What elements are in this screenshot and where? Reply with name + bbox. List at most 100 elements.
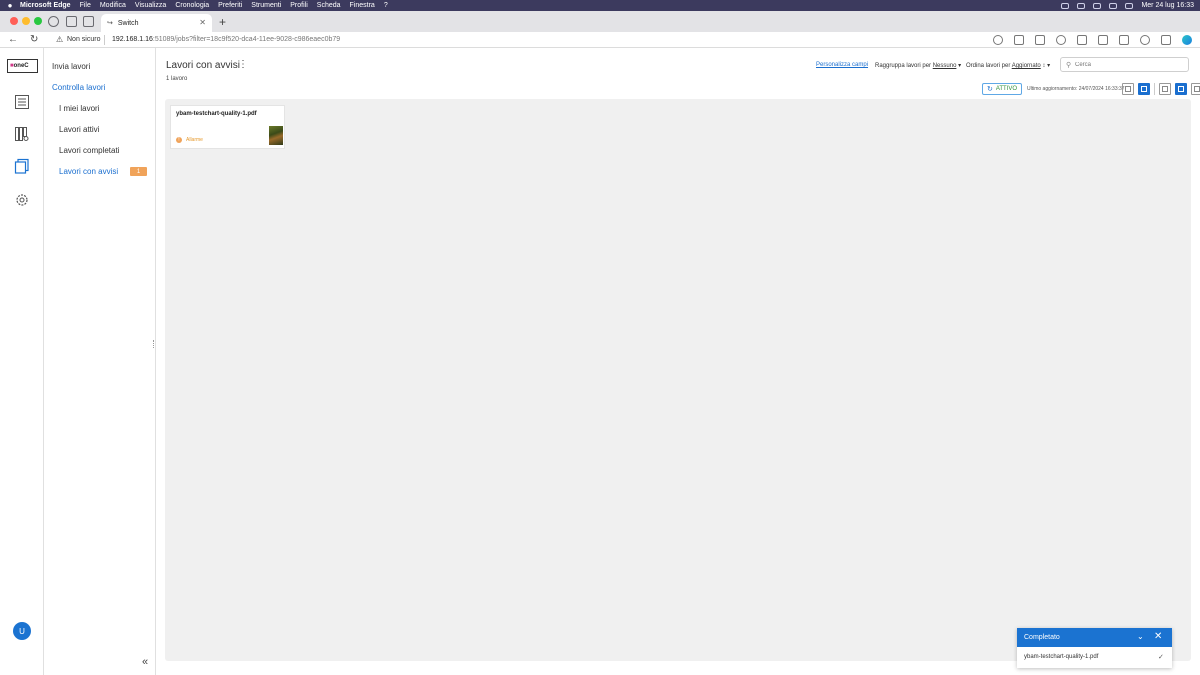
card-view-icon[interactable] [1138,83,1150,95]
close-tab-icon[interactable]: ✕ [199,18,206,27]
extensions-icon[interactable] [1056,35,1066,45]
workspaces-icon[interactable] [66,16,77,27]
job-card[interactable]: ybam-testchart-quality-1.pdf ! Allarme [170,105,285,149]
menu-file[interactable]: File [80,2,91,9]
books-search-icon[interactable] [14,126,30,142]
more-options-icon[interactable]: ⋮ [238,59,248,70]
toast-file-name[interactable]: ybam-testchart-quality-1.pdf [1024,654,1098,660]
menu-preferiti[interactable]: Preferiti [218,2,242,9]
not-secure-label[interactable]: Non sicuro [67,36,100,43]
profile-icon[interactable] [48,16,59,27]
warning-icon[interactable]: ⚠ [56,35,63,44]
minimize-window-button[interactable] [22,17,30,25]
view-divider [1154,83,1155,95]
collapse-chevron-icon[interactable]: ⌄ [1137,632,1144,641]
wifi-icon[interactable] [1077,2,1086,9]
active-label: ATTIVO [995,86,1018,92]
jobs-area: ybam-testchart-quality-1.pdf ! Allarme [165,99,1191,661]
alarm-icon: ! [176,137,182,143]
copilot-icon[interactable] [1182,35,1192,45]
reload-button[interactable]: ↻ [30,34,38,45]
user-avatar[interactable]: U [13,622,31,640]
sidebar-item-active-jobs[interactable]: Lavori attivi [59,125,99,134]
menu-help[interactable]: ? [384,2,388,9]
settings-gear-icon[interactable] [14,192,30,208]
job-status: ! Allarme [176,137,203,143]
menu-profili[interactable]: Profili [290,2,308,9]
app-logo[interactable]: ■ oneC [7,59,38,73]
collapse-sidebar-icon[interactable]: « [142,656,148,668]
active-toggle-button[interactable]: ↻ ATTIVO [982,83,1022,95]
menu-strumenti[interactable]: Strumenti [251,2,281,9]
tab-actions-icon[interactable] [83,16,94,27]
large-grid-icon[interactable] [1159,83,1171,95]
switch-app: ■ oneC U Invia lavori Controlla lavori I … [0,48,1200,675]
menu-visualizza[interactable]: Visualizza [135,2,166,9]
more-menu-icon[interactable] [1161,35,1171,45]
read-aloud-icon[interactable] [1014,35,1024,45]
zoom-window-button[interactable] [34,17,42,25]
url-field[interactable]: 192.168.1.16:51089/jobs?filter=18c9f520-… [112,36,340,43]
collections-icon[interactable] [1119,35,1129,45]
favorites-icon[interactable] [1098,35,1108,45]
menu-app[interactable]: Microsoft Edge [20,2,71,9]
address-separator [104,35,105,45]
list-icon[interactable] [14,94,30,110]
job-count: 1 lavoro [166,76,188,82]
checkmark-icon: ✓ [1158,654,1164,661]
chevron-down-icon[interactable]: ▾ [958,63,961,69]
address-bar: ← ↻ ⚠ Non sicuro 192.168.1.16:51089/jobs… [0,32,1200,48]
key-icon[interactable] [993,35,1003,45]
small-grid-icon[interactable] [1175,83,1187,95]
sidebar-item-check[interactable]: Controlla lavori [52,83,105,92]
sidebar-item-submit[interactable]: Invia lavori [52,62,90,71]
menu-finestra[interactable]: Finestra [350,2,375,9]
sidebar-item-completed-jobs[interactable]: Lavori completati [59,146,119,155]
sidebar-item-jobs-with-warnings[interactable]: Lavori con avvisi [59,167,118,176]
favorite-star-icon[interactable] [1035,35,1045,45]
menu-scheda[interactable]: Scheda [317,2,341,9]
close-icon[interactable]: ✕ [1154,631,1162,642]
search-input[interactable] [1075,60,1183,70]
sort-by-value[interactable]: Aggiornato [1012,63,1041,69]
page-title: Lavori con avvisi [166,60,240,71]
table-view-icon[interactable] [1122,83,1134,95]
back-button[interactable]: ← [8,34,18,45]
url-path: :51089/jobs?filter=18c9f520-dca4-11ee-90… [152,36,341,43]
search-icon: ⚲ [1066,62,1072,69]
close-window-button[interactable] [10,17,18,25]
tab-title: Switch [117,19,139,27]
icon-rail: ■ oneC U [0,48,44,675]
status-icon[interactable] [1061,2,1070,9]
list-view-icon[interactable] [1191,83,1200,95]
browser-essentials-icon[interactable] [1140,35,1150,45]
battery-icon[interactable] [1093,2,1102,9]
toast-header: Completato ⌄ ✕ [1017,628,1172,647]
apple-icon[interactable]: ● [0,1,20,10]
control-center-icon[interactable] [1125,2,1134,9]
tab-switch[interactable]: ↪ Switch ✕ [101,14,212,32]
chevron-down-icon[interactable]: ▾ [1047,63,1050,69]
clock[interactable]: Mer 24 lug 16:33 [1141,2,1194,9]
sidebar-item-my-jobs[interactable]: I miei lavori [59,104,99,113]
group-by-control[interactable]: Raggruppa lavori per Nessuno ▾ [875,62,961,69]
job-status-label: Allarme [186,137,203,143]
sidebar: Invia lavori Controlla lavori I miei lav… [44,48,156,675]
logo-text: oneC [13,63,29,69]
jobs-icon[interactable] [14,158,30,174]
customize-fields-link[interactable]: Personalizza campi [816,62,868,68]
search-box[interactable]: ⚲ [1060,57,1189,72]
menu-modifica[interactable]: Modifica [100,2,126,9]
sort-direction-icon[interactable]: ↕ [1042,63,1045,69]
split-screen-icon[interactable] [1077,35,1087,45]
group-by-value[interactable]: Nessuno [933,63,957,69]
new-tab-button[interactable]: + [219,15,226,29]
toast-title: Completato [1024,634,1060,641]
refresh-icon: ↻ [986,86,993,93]
macos-menubar: ● Microsoft Edge File Modifica Visualizz… [0,0,1200,11]
url-host: 192.168.1.16 [112,36,153,43]
sort-by-control[interactable]: Ordina lavori per Aggiornato ↕ ▾ [966,62,1050,69]
resize-handle[interactable] [153,340,154,348]
menu-cronologia[interactable]: Cronologia [175,2,209,9]
search-icon[interactable] [1109,2,1118,9]
